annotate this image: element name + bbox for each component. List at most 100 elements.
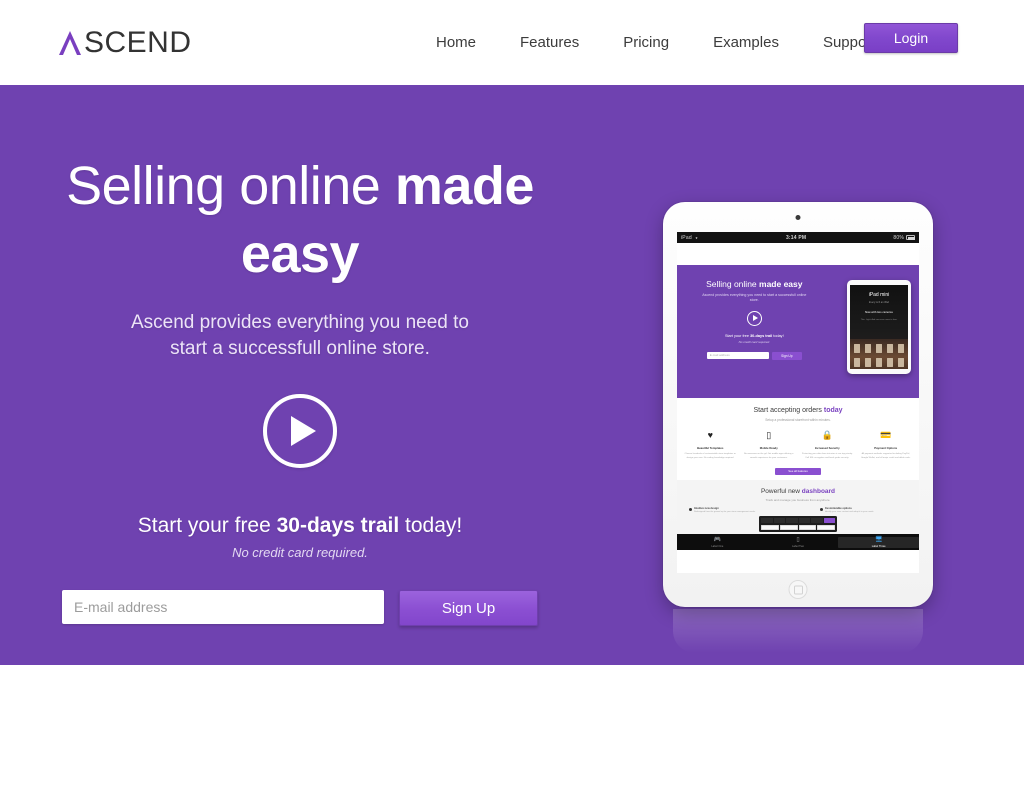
widget-cell — [761, 525, 779, 531]
nav-item-features[interactable]: Features — [498, 34, 601, 51]
monitor-icon: 🖥 — [874, 536, 883, 543]
ipad-ad-title: iPad mini — [868, 292, 890, 298]
shelf-item — [854, 358, 861, 367]
mini-tab-label: Label Two — [792, 544, 804, 548]
logo-text: SCEND — [84, 25, 192, 59]
bullet-icon — [819, 507, 823, 511]
status-right: 80% — [893, 235, 915, 241]
mini-signup-button[interactable]: Sign Up — [771, 351, 802, 360]
signup-form: Sign Up — [0, 590, 600, 627]
play-video-button[interactable] — [263, 394, 337, 469]
mini-dash-title-light: Powerful new — [760, 488, 802, 496]
email-input[interactable] — [62, 590, 384, 625]
hero-title: Selling online made easy — [0, 153, 600, 288]
widget-cell — [761, 518, 773, 524]
shelf-item — [865, 358, 872, 367]
nav-item-examples[interactable]: Examples — [691, 34, 801, 51]
carrier-label: iPad — [681, 234, 692, 241]
mini-feature-label: Increased Security — [814, 446, 840, 450]
mini-tab-three[interactable]: 🖥 Label Three — [838, 536, 919, 548]
payment-icon: 💳 — [880, 430, 892, 440]
mini-features-title-bold: today — [823, 407, 843, 414]
tablet-reflection — [673, 609, 923, 653]
site-header: SCEND Home Features Pricing Examples Sup… — [0, 0, 1024, 85]
battery-label: 80% — [893, 234, 904, 241]
shelf-item — [875, 344, 882, 353]
mini-signup-form: E-mail address Sign Up — [683, 351, 826, 360]
widget-cell — [773, 518, 785, 524]
tablet-home-button[interactable] — [788, 580, 808, 599]
mini-feature-text: Choose hundreds of customizable store te… — [684, 453, 736, 459]
mini-features-title: Start accepting orders today — [681, 407, 915, 414]
mini-callout: Customizable options Identify your store… — [819, 507, 907, 514]
chevron-a-icon — [59, 30, 81, 55]
signup-button[interactable]: Sign Up — [399, 590, 538, 627]
nav-item-pricing[interactable]: Pricing — [601, 34, 691, 51]
shelf-row — [850, 339, 908, 353]
widget-cell — [798, 518, 810, 524]
mini-hero-content: Selling online made easy Ascend provides… — [683, 275, 826, 360]
hero-section: Selling online made easy Ascend provides… — [0, 85, 1024, 665]
phone-icon: ▯ — [796, 536, 800, 543]
battery-icon — [906, 235, 915, 240]
shelf-item — [886, 358, 893, 367]
mini-tab-label: Label Three — [871, 544, 886, 548]
mini-trial-duration: 30-days trail — [750, 333, 773, 338]
widget-cell — [798, 525, 817, 531]
lock-icon: 🔒 — [821, 430, 833, 440]
mini-tab-label: Label One — [711, 544, 724, 548]
mobile-icon: ▯ — [766, 430, 772, 440]
mini-feature-label: Beautiful Templates — [697, 446, 724, 450]
mini-title-light: Selling online — [706, 279, 760, 289]
mini-feature-item: ▯ Mobile Ready Be awesome on the go! Get… — [743, 431, 794, 460]
trial-duration: 30-days trail — [276, 514, 400, 538]
mini-dashboard-title: Powerful new dashboard — [681, 488, 915, 495]
mini-trial-note: No credit card required. — [738, 339, 770, 344]
mini-site-header — [677, 243, 919, 265]
mini-feature-text: Protecting your data from intrusion is o… — [801, 453, 853, 459]
widget-cell — [817, 525, 835, 531]
mini-play-button[interactable] — [746, 310, 762, 326]
mini-hero-title: Selling online made easy — [683, 279, 826, 289]
widget-cell — [811, 518, 823, 524]
mini-feature-item: 🔒 Increased Security Protecting your dat… — [802, 431, 853, 460]
hero-content: Selling online made easy Ascend provides… — [0, 85, 600, 627]
logo[interactable]: SCEND — [57, 25, 192, 59]
mini-see-features-button[interactable]: See all features — [775, 468, 821, 476]
mini-hero-section: Selling online made easy Ascend provides… — [677, 265, 919, 398]
mini-callout-text: Identify your store content and adapt it… — [824, 511, 874, 514]
mini-tab-one[interactable]: 🎮 Label One — [677, 537, 758, 548]
mini-feature-item: ♥ Beautiful Templates Choose hundreds of… — [685, 431, 736, 460]
heart-icon: ♥ — [707, 430, 713, 440]
login-button[interactable]: Login — [864, 23, 958, 53]
mini-dashboard-widget — [759, 516, 837, 533]
mini-feature-list: ♥ Beautiful Templates Choose hundreds of… — [681, 431, 915, 460]
ipad-ad-screen: iPad mini Every inch an iPad Now with tw… — [850, 285, 908, 369]
tablet-mockup: iPad 3:14 PM 80% Selling online made eas… — [663, 202, 933, 653]
mini-email-input[interactable]: E-mail address — [706, 351, 769, 359]
nav-item-home[interactable]: Home — [414, 34, 498, 51]
mini-dashboard-section: Powerful new dashboard Track and manage … — [677, 480, 919, 551]
play-triangle-icon — [291, 416, 316, 447]
mini-tab-two[interactable]: ▯ Label Two — [758, 537, 839, 548]
hero-subtitle: Ascend provides everything you need to s… — [131, 312, 469, 360]
mini-feature-text: Be awesome on the go! Get mobile apps of… — [744, 453, 794, 459]
widget-cell — [779, 525, 798, 531]
mini-features-section: Start accepting orders today Setup a pro… — [677, 398, 919, 481]
mini-title-bold: made easy — [759, 279, 803, 289]
shelf-item — [865, 344, 872, 353]
controller-icon: 🎮 — [713, 536, 722, 543]
mini-feature-item: 💳 Payment Options All payment methods su… — [860, 431, 911, 460]
mini-feature-text: All payment methods supported including … — [860, 453, 911, 459]
status-left: iPad — [681, 235, 699, 241]
ipad-mini-ad: iPad mini Every inch an iPad Now with tw… — [847, 280, 911, 374]
tablet-screen: iPad 3:14 PM 80% Selling online made eas… — [677, 232, 919, 573]
trial-prefix: Start your free — [137, 514, 277, 538]
mini-callout-title: Intuitive new design — [694, 507, 719, 511]
shelf-item — [854, 344, 861, 353]
widget-cell — [786, 518, 798, 524]
play-button-wrap — [0, 394, 600, 469]
tablet-frame: iPad 3:14 PM 80% Selling online made eas… — [663, 202, 933, 607]
shelf-item — [897, 358, 904, 367]
mini-dash-title-bold: dashboard — [801, 488, 836, 496]
